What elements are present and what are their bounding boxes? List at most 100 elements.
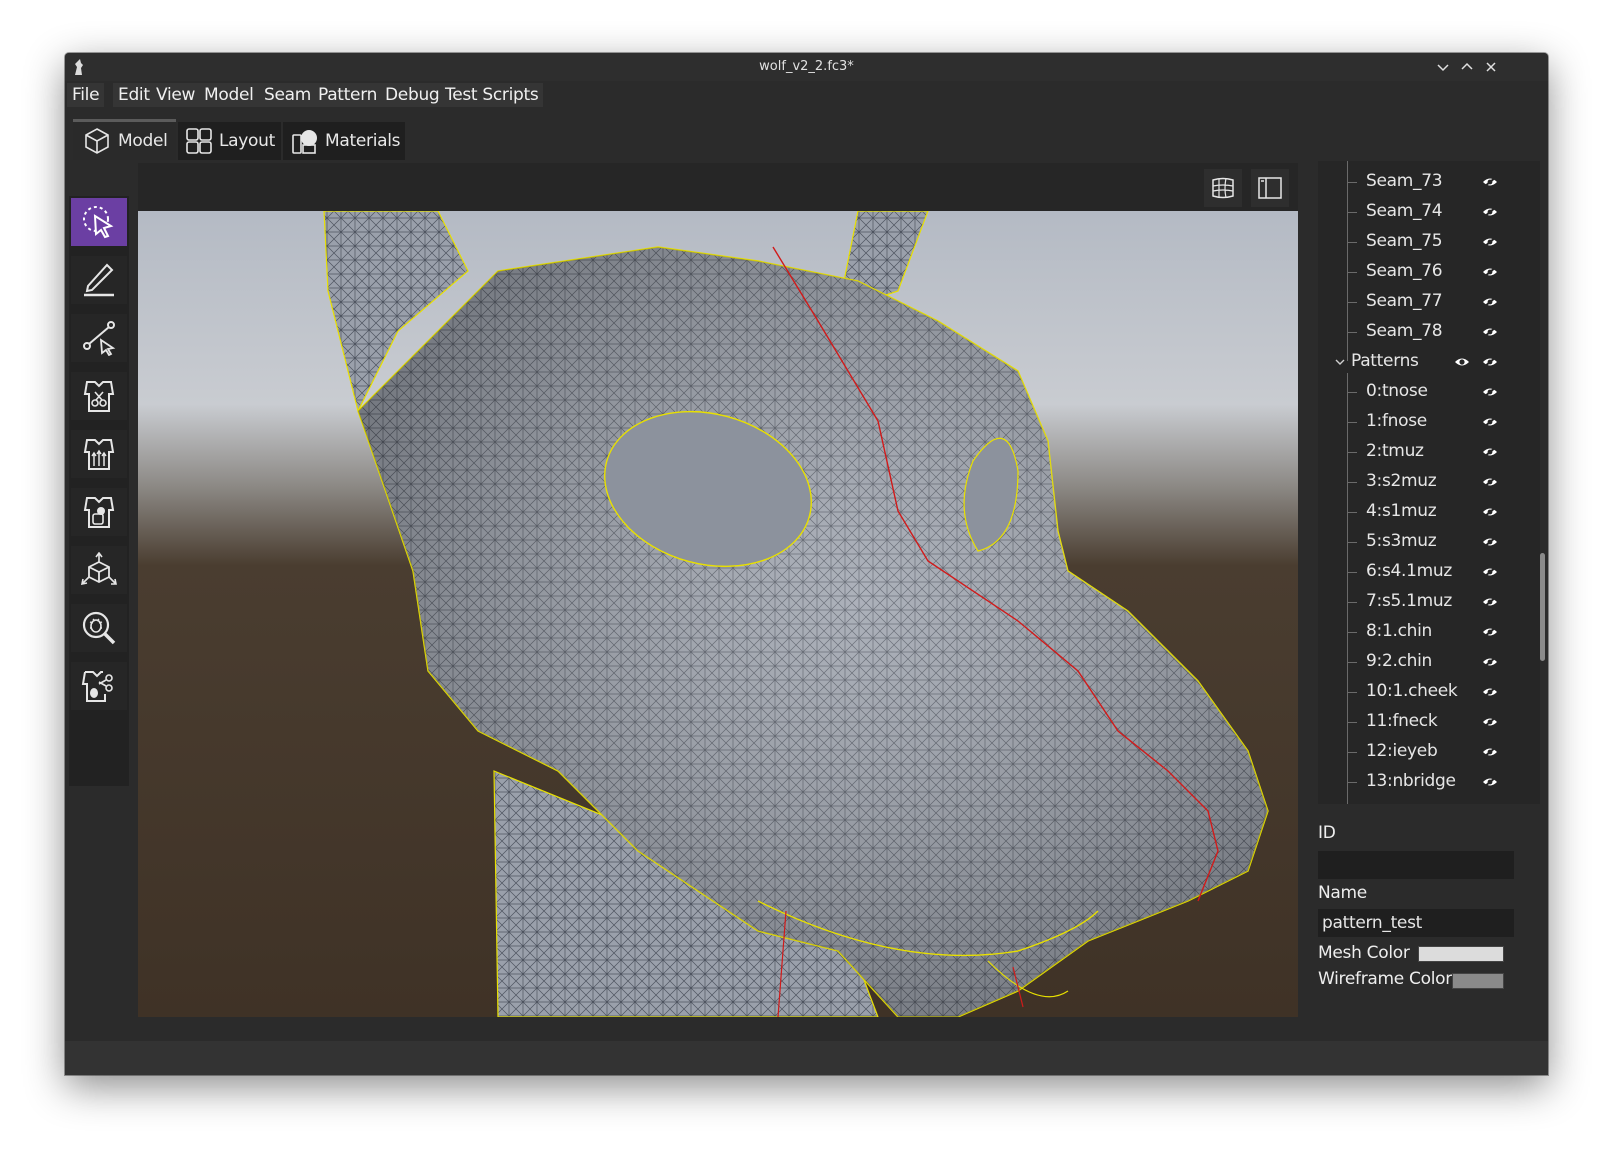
visibility-hidden-icon[interactable] (1482, 506, 1498, 518)
id-label: ID (1318, 823, 1336, 843)
pattern-debug-tool[interactable] (71, 662, 127, 710)
maximize-icon[interactable] (1459, 59, 1475, 75)
tree-item-label: 1:fnose (1366, 411, 1427, 431)
tree-item-label: 7:s5.1muz (1366, 591, 1452, 611)
tree-item-seam[interactable]: Seam_73 (1318, 167, 1540, 197)
tree-item-seam[interactable]: Seam_77 (1318, 287, 1540, 317)
debug-inspect-tool[interactable] (71, 604, 127, 652)
tree-group-patterns[interactable]: Patterns (1318, 347, 1540, 377)
pattern-cut-tool[interactable] (71, 372, 127, 420)
select-cursor-icon (83, 206, 114, 239)
tree-item-pattern[interactable]: 0:tnose (1318, 377, 1540, 407)
tree-item-pattern[interactable]: 5:s3muz (1318, 527, 1540, 557)
tab-materials[interactable]: Materials (283, 122, 405, 160)
app-window: wolf_v2_2.fc3* File Edit View Model Seam… (65, 53, 1548, 1075)
seam-path-tool[interactable] (71, 314, 127, 362)
visibility-hidden-icon[interactable] (1482, 656, 1498, 668)
pattern-arrange-tool[interactable] (71, 430, 127, 478)
visibility-hidden-icon[interactable] (1482, 206, 1498, 218)
close-icon[interactable] (1483, 59, 1499, 75)
wireframe-color-swatch[interactable] (1452, 973, 1504, 989)
visibility-hidden-icon[interactable] (1482, 776, 1498, 788)
tree-item-pattern[interactable]: 9:2.chin (1318, 647, 1540, 677)
pattern-fill-tool[interactable] (71, 488, 127, 536)
tree-item-pattern[interactable]: 2:tmuz (1318, 437, 1540, 467)
tree-item-pattern[interactable]: 12:ieyeb (1318, 737, 1540, 767)
tree-scrollbar[interactable] (1540, 553, 1545, 661)
tree-item-pattern[interactable]: 13:nbridge (1318, 767, 1540, 797)
tab-model-label: Model (118, 131, 168, 151)
tree-item-label: Seam_75 (1366, 231, 1443, 251)
scene-tree[interactable]: Seam_73 Seam_74 Seam_75 Seam_76 Seam_77 (1318, 161, 1540, 804)
menu-seam[interactable]: Seam (259, 83, 317, 107)
visibility-hidden-icon[interactable] (1482, 716, 1498, 728)
grid-layout-icon (186, 128, 212, 154)
visibility-hidden-icon[interactable] (1482, 686, 1498, 698)
tree-item-seam[interactable]: Seam_78 (1318, 317, 1540, 347)
draw-tool[interactable] (71, 256, 127, 304)
pattern-arrows-icon (83, 439, 115, 470)
panel-toggle-button[interactable] (1251, 169, 1289, 207)
tree-item-pattern[interactable]: 11:fneck (1318, 707, 1540, 737)
3d-viewport[interactable] (138, 211, 1298, 1017)
select-tool[interactable] (71, 198, 127, 246)
tree-item-label: 0:tnose (1366, 381, 1428, 401)
visibility-hidden-icon[interactable] (1482, 356, 1498, 368)
transform-tool[interactable] (71, 546, 127, 594)
tree-item-pattern[interactable]: 8:1.chin (1318, 617, 1540, 647)
tree-group-label: Patterns (1351, 351, 1419, 371)
menu-view[interactable]: View (151, 83, 201, 107)
visibility-hidden-icon[interactable] (1482, 236, 1498, 248)
tab-layout[interactable]: Layout (178, 122, 281, 160)
chevron-down-icon[interactable] (1335, 358, 1345, 366)
visibility-visible-icon[interactable] (1454, 356, 1470, 368)
tree-item-label: Seam_73 (1366, 171, 1443, 191)
mesh-color-swatch[interactable] (1418, 946, 1504, 962)
minimize-icon[interactable] (1435, 59, 1451, 75)
menu-bar: File Edit View Model Seam Pattern Debug … (65, 81, 1548, 109)
transform-cube-icon (81, 552, 117, 586)
visibility-hidden-icon[interactable] (1482, 386, 1498, 398)
tree-item-seam[interactable]: Seam_74 (1318, 197, 1540, 227)
tab-layout-label: Layout (219, 131, 275, 151)
tree-item-seam[interactable]: Seam_75 (1318, 227, 1540, 257)
menu-model[interactable]: Model (199, 83, 259, 107)
mesh-color-label: Mesh Color (1318, 943, 1410, 963)
menu-edit[interactable]: Edit (113, 83, 155, 107)
visibility-hidden-icon[interactable] (1482, 416, 1498, 428)
name-field[interactable]: pattern_test (1318, 909, 1514, 937)
visibility-hidden-icon[interactable] (1482, 266, 1498, 278)
visibility-hidden-icon[interactable] (1482, 596, 1498, 608)
visibility-hidden-icon[interactable] (1482, 296, 1498, 308)
menu-pattern[interactable]: Pattern (313, 83, 383, 107)
menu-file[interactable]: File (67, 83, 105, 107)
id-field[interactable] (1318, 851, 1514, 879)
visibility-hidden-icon[interactable] (1482, 536, 1498, 548)
window-title: wolf_v2_2.fc3* (759, 59, 854, 74)
tree-item-pattern[interactable]: 10:1.cheek (1318, 677, 1540, 707)
visibility-hidden-icon[interactable] (1482, 326, 1498, 338)
tree-item-pattern[interactable]: 3:s2muz (1318, 467, 1540, 497)
wireframe-toggle-button[interactable] (1204, 169, 1242, 207)
visibility-hidden-icon[interactable] (1482, 176, 1498, 188)
tool-palette (69, 196, 129, 786)
visibility-hidden-icon[interactable] (1482, 746, 1498, 758)
tree-item-pattern[interactable]: 4:s1muz (1318, 497, 1540, 527)
bug-magnifier-icon (82, 611, 116, 645)
tab-model[interactable]: Model (73, 119, 176, 160)
status-bar (65, 1041, 1548, 1075)
menu-debug[interactable]: Debug (380, 83, 445, 107)
visibility-hidden-icon[interactable] (1482, 476, 1498, 488)
tree-item-pattern[interactable]: 6:s4.1muz (1318, 557, 1540, 587)
visibility-hidden-icon[interactable] (1482, 566, 1498, 578)
menu-test-scripts[interactable]: Test Scripts (440, 83, 544, 107)
tree-item-pattern[interactable]: 1:fnose (1318, 407, 1540, 437)
tree-item-pattern[interactable]: 7:s5.1muz (1318, 587, 1540, 617)
tree-item-label: 5:s3muz (1366, 531, 1437, 551)
pen-icon (84, 263, 114, 297)
visibility-hidden-icon[interactable] (1482, 626, 1498, 638)
tree-item-label: 9:2.chin (1366, 651, 1432, 671)
title-bar: wolf_v2_2.fc3* (65, 53, 1548, 81)
tree-item-seam[interactable]: Seam_76 (1318, 257, 1540, 287)
visibility-hidden-icon[interactable] (1482, 446, 1498, 458)
